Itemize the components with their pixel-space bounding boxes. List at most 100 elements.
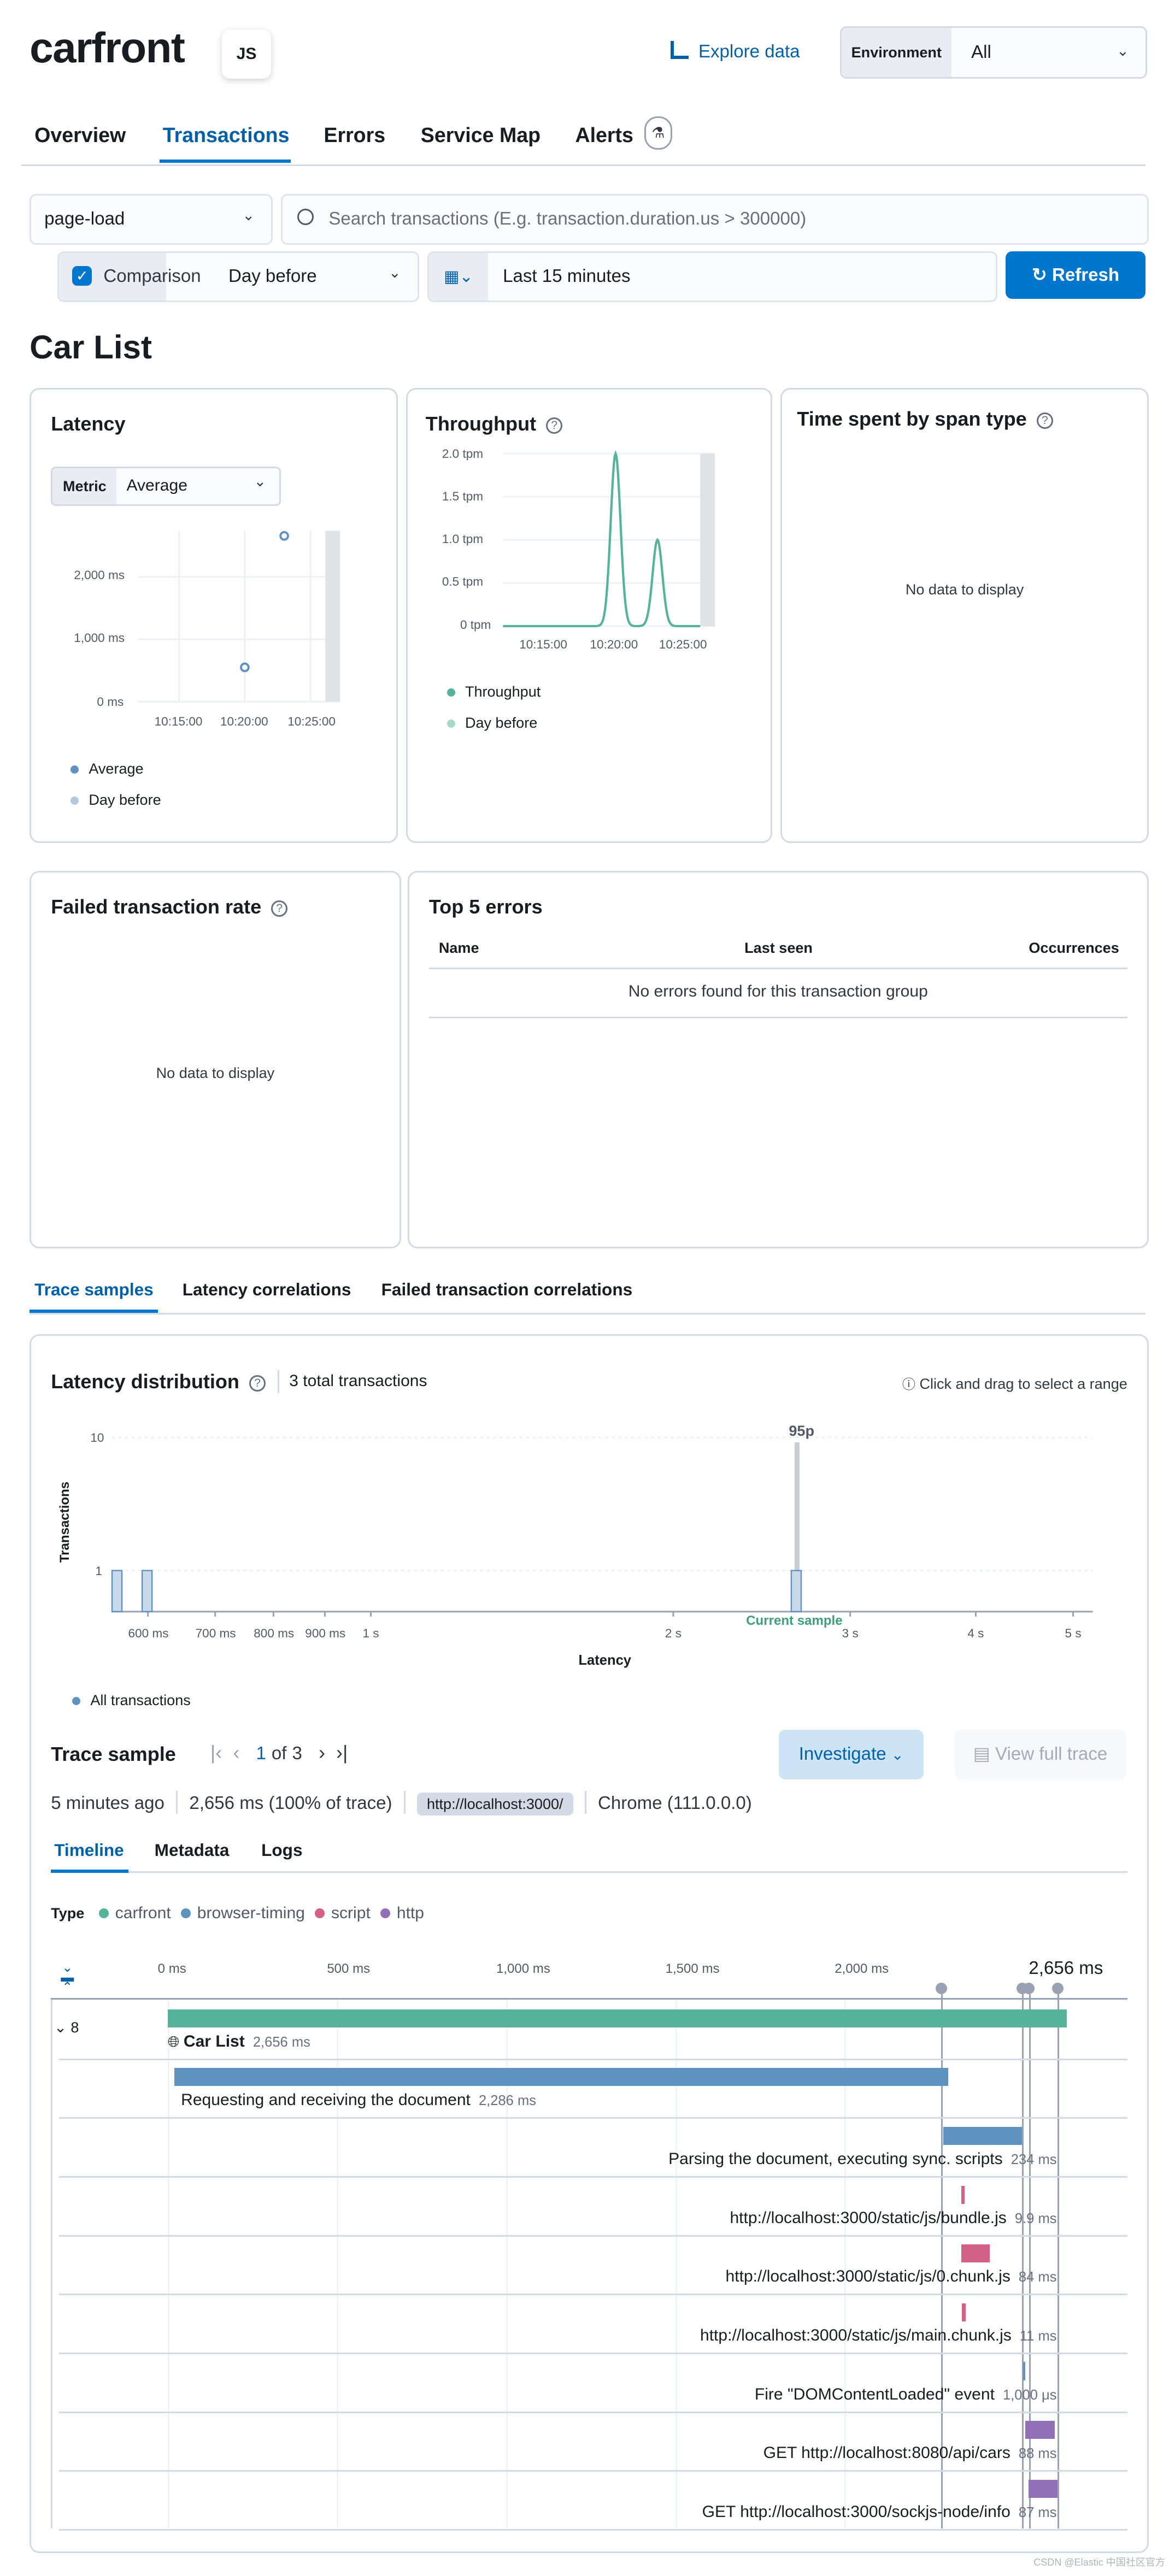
y-tick: 0 tpm [460,617,491,632]
span-name: Car List [183,2032,245,2050]
prev-page-icon[interactable]: ‹ [233,1741,239,1764]
refresh-icon: ↻ [1032,265,1047,286]
view-full-trace-button[interactable]: ▤ View full trace [955,1730,1126,1779]
legend-item-carfront: carfront [98,1904,171,1922]
waterfall-row[interactable]: Requesting and receiving the document 2,2… [59,2058,1127,2119]
waterfall-row[interactable]: 🌐︎ Car List 2,656 ms [59,2000,1127,2060]
span-bar [961,2244,990,2263]
legend-item-all-transactions[interactable]: All transactions [72,1692,191,1709]
tab-service-map[interactable]: Service Map [421,123,540,147]
type-label: Type [51,1905,85,1922]
trace-url-badge[interactable]: http://localhost:3000/ [416,1792,573,1815]
tab-metadata[interactable]: Metadata [155,1840,230,1860]
waterfall-row[interactable]: Parsing the document, executing sync. sc… [59,2117,1127,2178]
x-tick: 10:15:00 [154,715,203,729]
span-name: Parsing the document, executing sync. sc… [668,2149,1003,2168]
chart-icon [670,41,689,60]
current-page[interactable]: 1 [256,1743,266,1764]
span-duration: 1,000 μs [1002,2387,1057,2403]
x-tick: 700 ms [195,1626,236,1640]
latency-distribution-chart[interactable] [0,1413,1175,1643]
view-full-trace-label: View full trace [995,1744,1108,1765]
span-label: GET http://localhost:3000/sockjs-node/in… [702,2503,1057,2521]
tab-timeline[interactable]: Timeline [54,1840,124,1860]
span-duration: 11 ms [1019,2328,1057,2344]
type-name: script [331,1904,371,1923]
x-tick: 800 ms [254,1626,295,1640]
legend-label: All transactions [90,1692,191,1709]
comparison-value[interactable]: Day before [228,266,317,287]
total-pages[interactable]: 3 [292,1743,302,1764]
empty-table-message: No errors found for this transaction gro… [628,982,928,1001]
last-page-icon[interactable]: ›| [336,1741,348,1764]
tab-trace-samples[interactable]: Trace samples [34,1280,154,1300]
trace-duration: 2,656 ms (100% of trace) [189,1793,392,1813]
refresh-button[interactable]: ↻ Refresh [1006,251,1145,299]
x-tick: 10:25:00 [659,637,707,651]
column-header-name[interactable]: Name [439,940,479,957]
x-tick: 600 ms [128,1626,169,1640]
span-name: GET http://localhost:8080/api/cars [763,2444,1010,2462]
y-tick: 1,000 ms [74,630,125,645]
calendar-icon[interactable]: ▦⌄ [428,253,489,301]
span-duration: 84 ms [1018,2270,1057,2285]
legend-item-http: http [380,1904,424,1922]
span-label: Requesting and receiving the document 2,2… [181,2091,536,2109]
comparison-toggle[interactable]: ✓ Comparison [59,253,201,301]
span-type-title-text: Time spent by span type [797,407,1027,430]
y-tick: 1 [95,1564,102,1578]
span-duration: 234 ms [1010,2151,1057,2167]
column-header-last-seen[interactable]: Last seen [744,940,813,957]
first-page-icon[interactable]: |‹ [210,1741,222,1764]
tab-errors[interactable]: Errors [324,123,385,147]
tab-logs[interactable]: Logs [261,1840,302,1860]
distribution-bar [790,1570,802,1613]
x-tick: 10:15:00 [519,637,567,651]
next-page-icon[interactable]: › [319,1741,325,1764]
axis-tick: 2,000 ms [835,1961,889,1977]
tab-failed-transaction-correlations[interactable]: Failed transaction correlations [381,1280,633,1300]
failed-rate-panel: Failed transaction rate? No data to disp… [30,870,401,1249]
waterfall-row[interactable]: Fire "DOMContentLoaded" event 1,000 μs [59,2352,1127,2413]
span-duration: 9.9 ms [1014,2210,1057,2226]
tab-latency-correlations[interactable]: Latency correlations [183,1280,351,1300]
waterfall-row[interactable]: GET http://localhost:3000/sockjs-node/in… [59,2470,1127,2531]
help-icon[interactable]: ? [249,1375,266,1392]
legend-item-browser-timing: browser-timing [180,1904,305,1922]
help-icon[interactable]: ? [1036,412,1053,429]
chevron-down-icon: ⌄ [891,1747,904,1764]
investigate-button[interactable]: Investigate ⌄ [779,1730,924,1779]
waterfall-row[interactable]: http://localhost:3000/static/js/bundle.j… [59,2176,1127,2237]
span-name: Requesting and receiving the document [181,2091,471,2109]
waterfall-row[interactable]: GET http://localhost:8080/api/cars 88 ms [59,2411,1127,2472]
latency-distribution-title: Latency distribution? [51,1370,266,1393]
column-header-occurrences[interactable]: Occurrences [1029,940,1119,957]
total-transactions: 3 total transactions [289,1371,427,1390]
y-tick: 2.0 tpm [442,446,484,461]
help-icon[interactable]: ? [271,900,288,917]
trace-summary: 5 minutes ago 2,656 ms (100% of trace) h… [51,1790,752,1817]
trace-total-duration: 2,656 ms [1029,1958,1103,1979]
tab-transactions[interactable]: Transactions [163,123,290,147]
waterfall-row[interactable]: http://localhost:3000/static/js/main.chu… [59,2294,1127,2355]
tab-overview[interactable]: Overview [34,123,126,147]
environment-label: Environment [841,28,952,78]
failed-rate-title-text: Failed transaction rate [51,895,262,918]
legend-item-throughput[interactable]: Throughput [446,683,540,700]
waterfall-row[interactable]: http://localhost:3000/static/js/0.chunk.… [59,2235,1127,2296]
date-picker[interactable]: ▦⌄ Last 15 minutes [427,251,998,303]
legend-item-average[interactable]: Average [70,761,144,777]
transaction-type-select[interactable]: page-load ⌄ [30,193,273,245]
search-transactions-input[interactable]: Search transactions (E.g. transaction.du… [281,193,1149,245]
checkbox-checked-icon[interactable]: ✓ [72,266,92,286]
legend-item-day-before[interactable]: Day before [446,715,537,732]
span-bar [943,2126,1023,2145]
environment-select[interactable]: Environment All ⌄ [839,26,1147,79]
top-errors-panel: Top 5 errors Name Last seen Occurrences … [407,870,1149,1249]
legend-item-day-before[interactable]: Day before [70,792,161,809]
tab-alerts[interactable]: Alerts [575,123,633,147]
explore-data-link[interactable]: Explore data [670,41,800,62]
collapse-all-icon[interactable]: ⌄ ▬ ⌃ [59,1961,75,1994]
comparison-control[interactable]: ✓ Comparison Day before ⌄ [57,251,419,303]
investigate-label: Investigate [798,1744,886,1765]
